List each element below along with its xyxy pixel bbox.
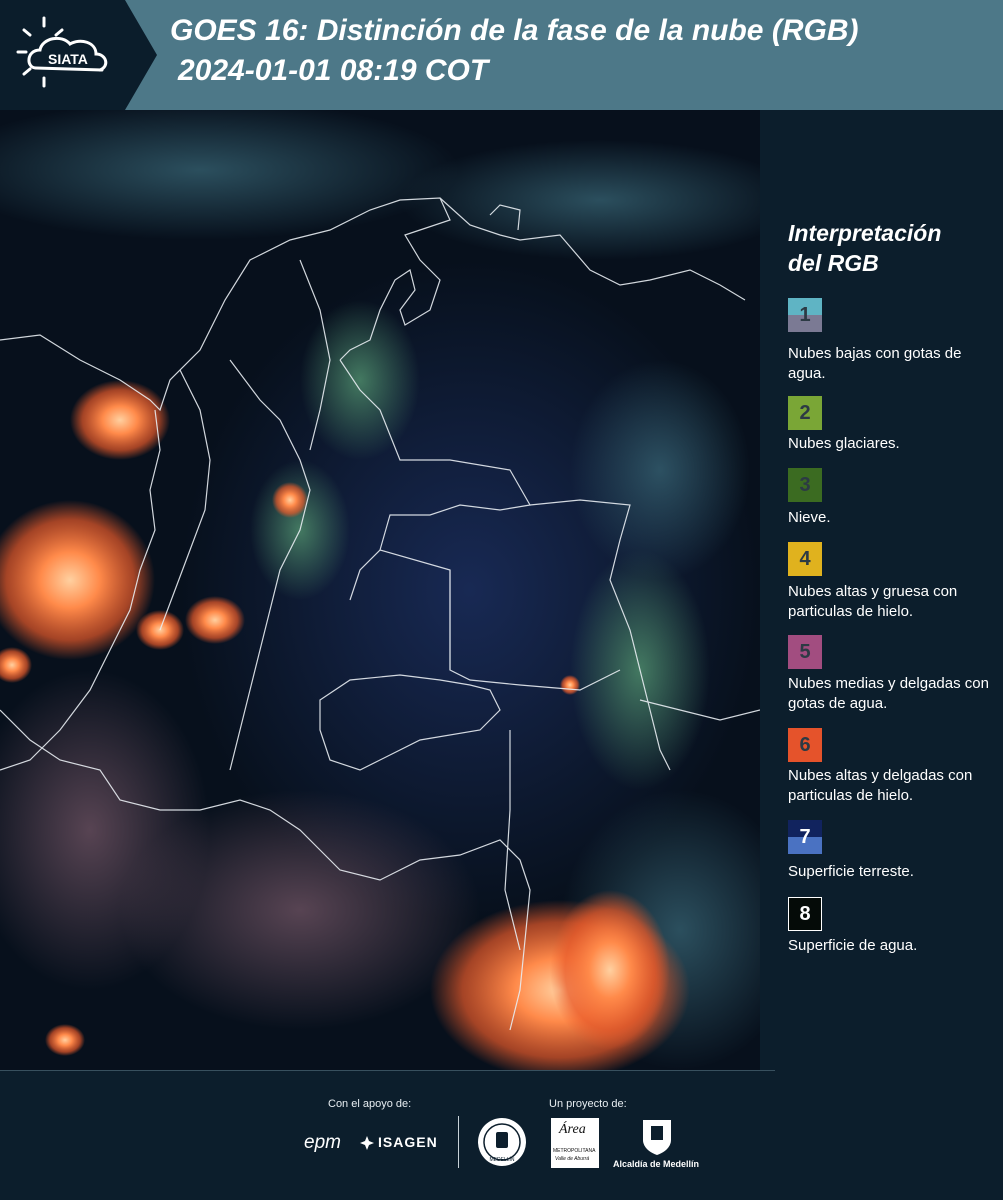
area-logo-name: Área — [559, 1122, 586, 1137]
legend-swatch-number: 2 — [799, 401, 811, 424]
seal-text: MEDELLÍN — [489, 1156, 514, 1163]
page-title: GOES 16: Distinción de la fase de la nub… — [170, 14, 859, 47]
logo-text: SIATA — [48, 51, 88, 67]
isagen-icon — [360, 1136, 374, 1150]
area-logo-sub2: Valle de Aburrá — [555, 1156, 590, 1162]
footer-separator — [458, 1116, 459, 1168]
legend-swatch-number: 8 — [799, 902, 811, 925]
siata-logo: SIATA — [16, 16, 108, 88]
legend-swatch-7: 7 — [788, 820, 822, 854]
legend-swatch-2: 2 — [788, 396, 822, 430]
legend-swatch-3: 3 — [788, 468, 822, 502]
footer-divider — [0, 1070, 775, 1071]
medellin-seal-icon: MEDELLÍN — [477, 1117, 527, 1167]
area-metropolitana-logo: Área METROPOLITANA Valle de Aburrá — [551, 1118, 599, 1168]
legend-swatch-number: 5 — [799, 640, 811, 663]
legend-swatch-number: 7 — [799, 825, 811, 848]
legend-swatch-6: 6 — [788, 728, 822, 762]
legend-panel: Interpretación del RGB 1 Nubes bajas con … — [760, 110, 1003, 1070]
legend-label-2: Nubes glaciares. — [788, 435, 900, 452]
alcaldia-shield-icon — [641, 1118, 673, 1156]
legend-label-3: Nieve. — [788, 509, 831, 526]
legend-label-4: Nubes altas y gruesa con particulas de h… — [788, 583, 958, 620]
legend-label-1: Nubes bajas con gotas de agua. — [788, 345, 962, 382]
legend-label-6: Nubes altas y delgadas con particulas de… — [788, 767, 973, 804]
legend-title: Interpretación del RGB — [788, 218, 988, 278]
support-caption: Con el apoyo de: — [328, 1098, 412, 1110]
footer: Con el apoyo de: Un proyecto de: epm ISA… — [0, 1070, 1003, 1200]
page-timestamp: 2024-01-01 08:19 COT — [178, 54, 489, 87]
legend-label-8: Superficie de agua. — [788, 937, 918, 954]
legend-swatch-5: 5 — [788, 635, 822, 669]
legend-title-line1: Interpretación — [788, 220, 942, 246]
legend-label-5: Nubes medias y delgadas con gotas de agu… — [788, 675, 989, 712]
legend-swatch-number: 4 — [799, 547, 811, 570]
legend-swatch-number: 1 — [799, 303, 811, 326]
satellite-map — [0, 110, 760, 1070]
legend-swatch-number: 3 — [799, 473, 811, 496]
epm-logo: epm — [304, 1132, 341, 1153]
legend-swatch-8: 8 — [788, 897, 822, 931]
project-caption: Un proyecto de: — [549, 1098, 627, 1110]
header: SIATA GOES 16: Distinción de la fase de … — [0, 0, 1003, 110]
legend-swatch-number: 6 — [799, 733, 811, 756]
alcaldia-logo-text: Alcaldía de Medellín — [613, 1159, 700, 1169]
legend-swatch-4: 4 — [788, 542, 822, 576]
legend-label-7: Superficie terreste. — [788, 863, 914, 880]
legend-title-line2: del RGB — [788, 250, 879, 276]
legend-swatch-1: 1 — [788, 298, 822, 332]
area-logo-sub1: METROPOLITANA — [553, 1148, 596, 1154]
isagen-logo: ISAGEN — [378, 1134, 438, 1150]
satellite-image — [0, 110, 760, 1070]
